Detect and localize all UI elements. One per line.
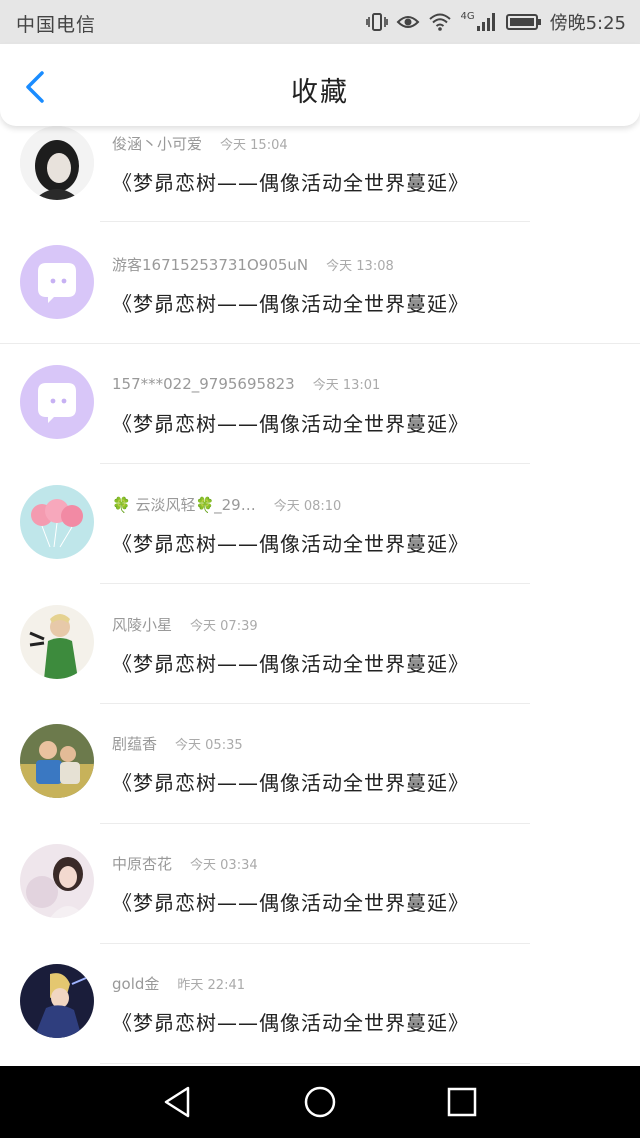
signal-icon: 4G <box>460 12 497 32</box>
timestamp: 今天 15:04 <box>220 138 288 153</box>
avatar[interactable] <box>20 964 94 1038</box>
eye-icon <box>396 13 420 31</box>
avatar[interactable] <box>20 365 94 439</box>
username[interactable]: 157***022_9795695823 <box>112 375 295 393</box>
avatar[interactable] <box>20 485 94 559</box>
wifi-icon <box>428 12 452 32</box>
item-meta: 中原杏花 今天 03:34 <box>112 853 258 874</box>
timestamp: 昨天 22:41 <box>177 978 245 993</box>
item-meta: 俊涵丶小可爱 今天 15:04 <box>112 133 288 154</box>
list-item[interactable]: 🍀 云淡风轻🍀_29… 今天 08:10 《梦昴恋树——偶像活动全世界蔓延》 <box>0 464 640 584</box>
username[interactable]: 俊涵丶小可爱 <box>112 135 202 153</box>
item-meta: 风陵小星 今天 07:39 <box>112 614 258 635</box>
timestamp: 今天 13:01 <box>312 378 381 393</box>
status-bar: 中国电信 4G 傍晚5:25 <box>0 0 640 44</box>
list-item[interactable]: 中原杏花 今天 03:34 《梦昴恋树——偶像活动全世界蔓延》 <box>0 824 640 944</box>
chat-bubble-icon <box>38 383 76 423</box>
favorite-title[interactable]: 《梦昴恋树——偶像活动全世界蔓延》 <box>112 528 469 557</box>
timestamp: 今天 13:08 <box>326 259 394 274</box>
list-item[interactable]: 剧蕴香 今天 05:35 《梦昴恋树——偶像活动全世界蔓延》 <box>0 704 640 824</box>
triangle-back-icon <box>164 1086 190 1118</box>
status-icons: 4G 傍晚5:25 <box>366 8 626 36</box>
page-title: 收藏 <box>291 77 349 108</box>
carrier-name: 中国电信 <box>16 14 97 36</box>
username[interactable]: 🍀 云淡风轻🍀_29… <box>112 496 256 514</box>
username[interactable]: 中原杏花 <box>112 855 172 873</box>
system-recents-button[interactable] <box>444 1084 480 1120</box>
nav-bar: 收藏 <box>0 44 640 126</box>
item-meta: 剧蕴香 今天 05:35 <box>112 733 243 754</box>
avatar[interactable] <box>20 126 94 200</box>
chat-bubble-icon <box>38 263 76 303</box>
list-item[interactable]: gold金 昨天 22:41 《梦昴恋树——偶像活动全世界蔓延》 <box>0 944 640 1064</box>
item-meta: gold金 昨天 22:41 <box>112 973 245 994</box>
favorite-title[interactable]: 《梦昴恋树——偶像活动全世界蔓延》 <box>112 1007 469 1036</box>
timestamp: 今天 03:34 <box>190 858 258 873</box>
username[interactable]: 游客16715253731О905uN <box>112 256 308 274</box>
battery-icon <box>505 13 542 31</box>
item-meta: 🍀 云淡风轻🍀_29… 今天 08:10 <box>112 494 341 515</box>
system-back-button[interactable] <box>160 1084 196 1120</box>
timestamp: 今天 08:10 <box>273 499 342 514</box>
vibrate-icon <box>366 12 389 32</box>
favorite-title[interactable]: 《梦昴恋树——偶像活动全世界蔓延》 <box>112 408 469 437</box>
favorite-title[interactable]: 《梦昴恋树——偶像活动全世界蔓延》 <box>112 648 469 677</box>
divider <box>100 1063 530 1064</box>
timestamp: 今天 05:35 <box>175 738 243 753</box>
item-meta: 157***022_9795695823 今天 13:01 <box>112 374 380 393</box>
timestamp: 今天 07:39 <box>190 619 258 634</box>
square-recents-icon <box>447 1087 477 1117</box>
list-item[interactable]: 风陵小星 今天 07:39 《梦昴恋树——偶像活动全世界蔓延》 <box>0 584 640 704</box>
item-meta: 游客16715253731О905uN 今天 13:08 <box>112 254 394 275</box>
network-type: 4G <box>460 11 475 22</box>
username[interactable]: 风陵小星 <box>112 616 172 634</box>
avatar[interactable] <box>20 724 94 798</box>
list-item[interactable]: 157***022_9795695823 今天 13:01 《梦昴恋树——偶像活动… <box>0 344 640 464</box>
favorite-title[interactable]: 《梦昴恋树——偶像活动全世界蔓延》 <box>112 167 469 196</box>
system-home-button[interactable] <box>302 1084 338 1120</box>
username[interactable]: 剧蕴香 <box>112 735 157 753</box>
system-navigation-bar <box>0 1066 640 1138</box>
clock: 傍晚5:25 <box>549 13 626 34</box>
favorite-title[interactable]: 《梦昴恋树——偶像活动全世界蔓延》 <box>112 887 469 916</box>
list-item[interactable]: 游客16715253731О905uN 今天 13:08 《梦昴恋树——偶像活动全… <box>0 224 640 344</box>
avatar[interactable] <box>20 245 94 319</box>
avatar[interactable] <box>20 605 94 679</box>
username[interactable]: gold金 <box>112 975 159 993</box>
avatar[interactable] <box>20 844 94 918</box>
favorite-title[interactable]: 《梦昴恋树——偶像活动全世界蔓延》 <box>112 288 469 317</box>
favorite-title[interactable]: 《梦昴恋树——偶像活动全世界蔓延》 <box>112 767 469 796</box>
divider <box>100 221 530 222</box>
circle-home-icon <box>304 1086 336 1118</box>
favorites-list: 俊涵丶小可爱 今天 15:04 《梦昴恋树——偶像活动全世界蔓延》 游客16715… <box>0 126 640 1066</box>
